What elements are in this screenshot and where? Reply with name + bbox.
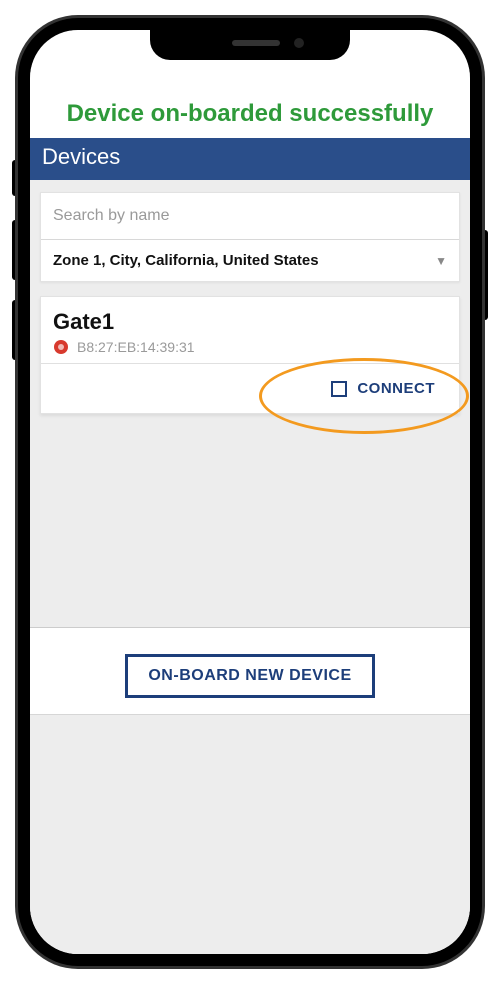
phone-notch [150,30,350,60]
zone-select[interactable]: Zone 1, City, California, United States … [41,240,459,281]
device-card: Gate1 B8:27:EB:14:39:31 [40,296,460,414]
app-screen: Device on-boarded successfully Devices Z… [30,30,470,954]
footer: ON-BOARD NEW DEVICE [30,628,470,715]
chevron-down-icon: ▼ [435,254,447,268]
device-mac: B8:27:EB:14:39:31 [77,339,195,355]
search-input[interactable] [41,193,459,240]
search-card: Zone 1, City, California, United States … [40,192,460,282]
onboard-label: ON-BOARD NEW DEVICE [148,667,351,684]
zone-selected-label: Zone 1, City, California, United States [53,252,435,269]
device-main: Gate1 B8:27:EB:14:39:31 [41,297,459,363]
empty-list-area [30,428,470,628]
device-actions: CONNECT [41,364,459,413]
phone-power-button [482,230,488,320]
page-header: Devices [30,138,470,180]
onboard-new-device-button[interactable]: ON-BOARD NEW DEVICE [125,654,374,698]
success-message: Device on-boarded successfully [30,92,470,138]
checkbox-icon [331,381,347,397]
connect-label: CONNECT [357,380,435,397]
device-name: Gate1 [53,309,447,335]
content-area: Zone 1, City, California, United States … [30,180,470,954]
device-mac-row: B8:27:EB:14:39:31 [53,339,447,355]
connect-button[interactable]: CONNECT [331,380,435,397]
page-title: Devices [42,144,120,169]
phone-frame: Device on-boarded successfully Devices Z… [18,18,482,966]
device-type-icon [53,339,69,355]
